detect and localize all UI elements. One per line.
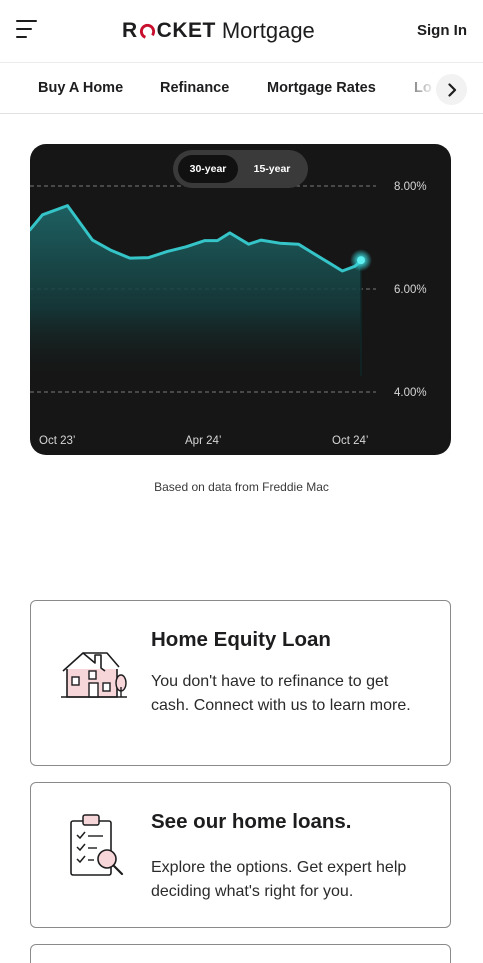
card-title: See our home loans. bbox=[151, 810, 352, 833]
chart-area-fill bbox=[30, 205, 361, 376]
toggle-15-year[interactable]: 15-year bbox=[241, 155, 303, 183]
chart-source-note: Based on data from Freddie Mac bbox=[154, 480, 329, 494]
term-toggle: 30-year 15-year bbox=[173, 150, 308, 188]
logo-wordmark-mortgage: Mortgage bbox=[221, 18, 315, 43]
rate-chart: 8.00% 6.00% 4.00% Oct 23’ Apr 24’ Oct 24’ bbox=[30, 181, 427, 447]
logo-wordmark-rocket: R CKET bbox=[122, 19, 216, 42]
sign-in-link[interactable]: Sign In bbox=[417, 22, 467, 39]
y-tick-label: 6.00% bbox=[394, 284, 427, 296]
site-header: R CKET Mortgage Sign In bbox=[0, 0, 483, 62]
tab-loans-partial[interactable]: Lo bbox=[414, 80, 432, 96]
x-tick-label: Oct 23’ bbox=[39, 435, 75, 447]
chevron-right-icon bbox=[447, 82, 456, 97]
chart-current-point[interactable] bbox=[357, 256, 365, 265]
rocket-mortgage-logo[interactable]: R CKET Mortgage bbox=[122, 14, 315, 48]
house-icon bbox=[61, 652, 127, 698]
tabs-next-button[interactable] bbox=[436, 74, 467, 105]
card-title: Home Equity Loan bbox=[151, 628, 331, 651]
menu-icon[interactable] bbox=[16, 20, 38, 38]
tab-mortgage-rates[interactable]: Mortgage Rates bbox=[267, 80, 376, 96]
card-description: Explore the options. Get expert help dec… bbox=[151, 859, 407, 900]
main-nav-tabs: Buy A Home Refinance Mortgage Rates Lo bbox=[0, 62, 483, 114]
card-description: You don't have to refinance to get cash.… bbox=[151, 673, 411, 714]
y-tick-label: 8.00% bbox=[394, 181, 427, 193]
home-loans-card[interactable]: See our home loans. Explore the options.… bbox=[30, 782, 451, 928]
x-tick-label: Oct 24’ bbox=[332, 435, 368, 447]
checklist-search-icon bbox=[70, 814, 124, 876]
y-tick-label: 4.00% bbox=[394, 387, 427, 399]
x-tick-label: Apr 24’ bbox=[185, 435, 221, 447]
next-card-partial[interactable] bbox=[30, 944, 451, 963]
toggle-30-year[interactable]: 30-year bbox=[178, 155, 238, 183]
rate-chart-card: 8.00% 6.00% 4.00% Oct 23’ Apr 24’ Oct 24’ 30… bbox=[30, 144, 451, 455]
home-equity-loan-card[interactable]: Home Equity Loan You don't have to refin… bbox=[30, 600, 451, 766]
logo-ring-icon bbox=[139, 23, 155, 39]
tab-refinance[interactable]: Refinance bbox=[160, 80, 229, 96]
tab-buy-a-home[interactable]: Buy A Home bbox=[38, 80, 123, 96]
